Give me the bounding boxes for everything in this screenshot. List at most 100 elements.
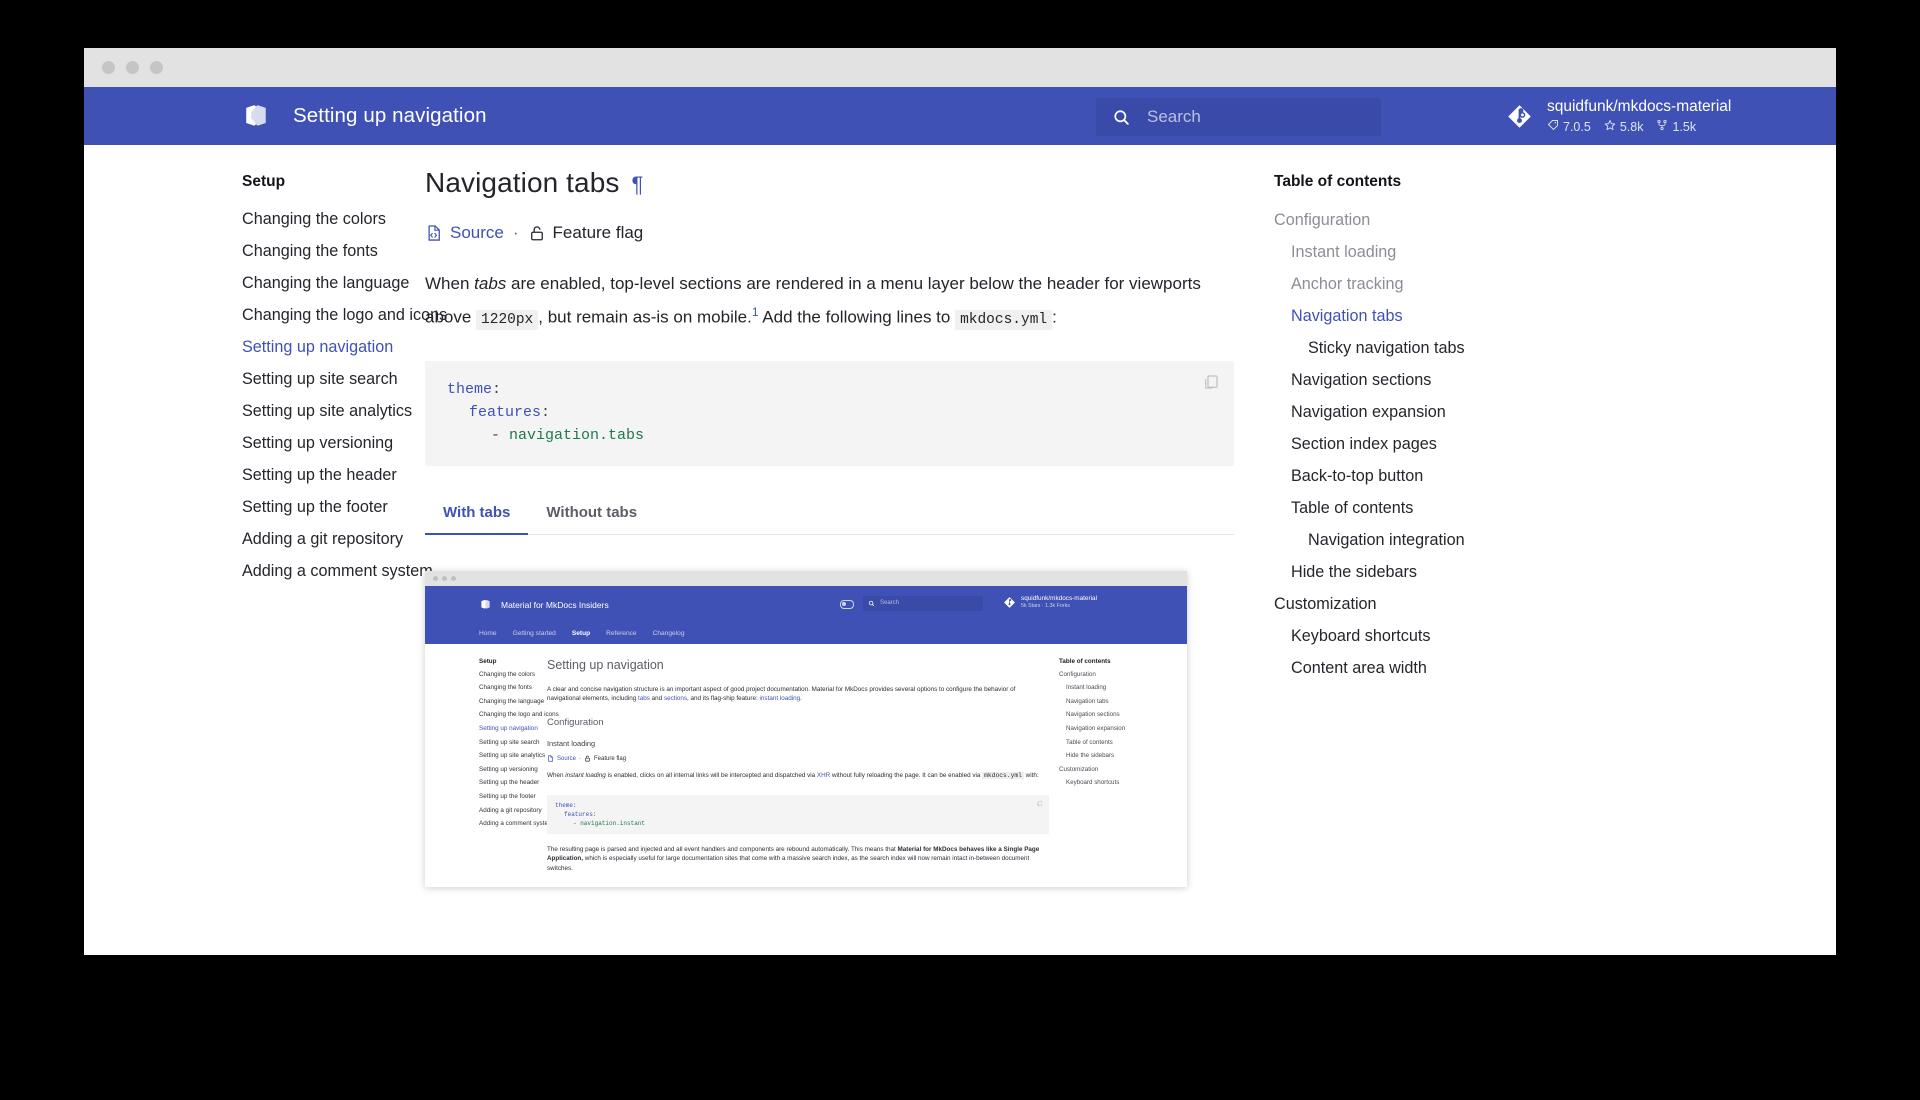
embedded-mkdocs-material-logo-icon <box>480 599 491 610</box>
sidebar-item-changing-the-fonts[interactable]: Changing the fonts <box>242 241 384 261</box>
toc-item-instant-loading[interactable]: Instant loading <box>1274 242 1594 262</box>
toc-item-navigation-expansion[interactable]: Navigation expansion <box>1274 402 1594 422</box>
sidebar-item-adding-a-git-repository[interactable]: Adding a git repository <box>242 529 403 549</box>
embedded-minimize-dot <box>442 575 447 581</box>
sidebar-item-setting-up-site-search[interactable]: Setting up site search <box>242 369 398 389</box>
toc-item-back-to-top-button[interactable]: Back-to-top button <box>1274 466 1594 486</box>
embedded-intro-3: , and its flag-ship feature: <box>687 695 760 703</box>
sidebar-item-setting-up-the-header[interactable]: Setting up the header <box>242 465 397 485</box>
sidebar-item-changing-the-colors[interactable]: Changing the colors <box>242 209 386 229</box>
embedded-toc-item: Navigation tabs <box>1066 697 1109 705</box>
embedded-toc-item: Table of contents <box>1066 738 1113 746</box>
embedded-sidebar-item: Adding a git repository <box>479 806 542 814</box>
site-header: Setting up navigation squidfunk/mkdocs-m… <box>84 87 1836 145</box>
toc-item-navigation-sections[interactable]: Navigation sections <box>1274 370 1594 390</box>
toc-item-keyboard-shortcuts[interactable]: Keyboard shortcuts <box>1274 626 1594 646</box>
window-close-dot[interactable] <box>102 61 115 74</box>
embedded-toc-item: Instant loading <box>1066 684 1107 692</box>
embedded-toc-item: Configuration <box>1059 670 1096 678</box>
toc-item-content-area-width[interactable]: Content area width <box>1274 658 1594 678</box>
sidebar-item-setting-up-navigation[interactable]: Setting up navigation <box>242 337 393 357</box>
embedded-repository-link: squidfunk/mkdocs-material 5k Stars · 1.3… <box>1003 595 1097 610</box>
embedded-sidebar-title: Setup <box>479 657 497 665</box>
tab-without-tabs[interactable]: Without tabs <box>528 494 655 534</box>
embedded-paragraph-2: When instant loading is enabled, clicks … <box>547 771 1049 780</box>
embedded-intro-2: and <box>649 695 664 703</box>
embedded-copy-icon <box>1036 800 1043 810</box>
repository-text: squidfunk/mkdocs-material 7.0.5 5.8k 1.5… <box>1547 98 1731 134</box>
tab-with-tabs[interactable]: With tabs <box>425 494 529 535</box>
repository-facts: 7.0.5 5.8k 1.5k <box>1547 119 1731 134</box>
feature-flag-label: Feature flag <box>552 223 644 242</box>
repository-link[interactable]: squidfunk/mkdocs-material 7.0.5 5.8k 1.5… <box>1504 98 1731 134</box>
embedded-sidebar-item: Setting up versioning <box>479 765 538 773</box>
toc-item-navigation-integration[interactable]: Navigation integration <box>1274 530 1594 550</box>
file-code-icon <box>425 224 443 242</box>
toc-item-hide-the-sidebars[interactable]: Hide the sidebars <box>1274 562 1594 582</box>
embedded-site-header: Material for MkDocs Insiders Search squi… <box>425 585 1187 624</box>
toc-item-sticky-navigation-tabs[interactable]: Sticky navigation tabs <box>1274 338 1594 358</box>
embedded-p2-3: without fully reloading the page. It can… <box>830 772 983 780</box>
search-input[interactable] <box>1145 106 1344 128</box>
embedded-titlebar <box>425 570 1187 586</box>
embedded-tab-reference: Reference <box>606 630 637 638</box>
embedded-toc-item: Navigation expansion <box>1066 725 1126 733</box>
sidebar-item-changing-the-language[interactable]: Changing the language <box>242 273 409 293</box>
toc-item-anchor-tracking[interactable]: Anchor tracking <box>1274 274 1594 294</box>
repo-version-label: 7.0.5 <box>1563 119 1591 134</box>
sidebar-item-setting-up-site-analytics[interactable]: Setting up site analytics <box>242 401 412 421</box>
sidebar-item-adding-a-comment-system[interactable]: Adding a comment system <box>242 561 433 581</box>
yaml-code-block: theme: features: - navigation.tabs <box>425 360 1234 466</box>
embedded-p2-em: instant loading <box>565 772 606 780</box>
embedded-sidebar-item: Changing the language <box>479 697 545 705</box>
embedded-heading-instant-loading: Instant loading <box>547 739 596 749</box>
footnote-reference[interactable]: 1 <box>752 305 759 319</box>
search-box[interactable] <box>1096 98 1381 136</box>
sidebar-item-setting-up-the-footer[interactable]: Setting up the footer <box>242 497 388 517</box>
star-icon <box>1604 119 1616 134</box>
embedded-code-line-3: - navigation.instant <box>573 819 646 827</box>
embedded-sidebar-item: Setting up the footer <box>479 793 536 800</box>
permalink-icon[interactable]: ¶ <box>632 174 644 196</box>
browser-window: Setting up navigation squidfunk/mkdocs-m… <box>84 48 1836 955</box>
toc-item-customization[interactable]: Customization <box>1274 594 1594 614</box>
embedded-repository-name: squidfunk/mkdocs-material <box>1021 594 1098 602</box>
embedded-feature-flag-label: Feature flag <box>594 755 627 762</box>
embedded-file-code-icon <box>547 755 554 763</box>
embedded-p2-2: is enabled, clicks on all internal links… <box>605 772 817 780</box>
sidebar-item-changing-the-logo-and-icons[interactable]: Changing the logo and icons <box>242 305 447 325</box>
yaml-key-theme: theme <box>447 380 493 398</box>
copy-icon[interactable] <box>1202 373 1220 399</box>
embedded-link-instant-loading: instant loading <box>759 695 801 703</box>
repo-stars-label: 5.8k <box>1619 119 1644 134</box>
content-meta-row: Source · Feature flag <box>425 223 1234 243</box>
embedded-p2-1: When <box>547 772 566 780</box>
embedded-sidebar: Setup Changing the colors Changing the f… <box>425 657 559 887</box>
embedded-sidebar-item-active: Setting up navigation <box>479 725 538 733</box>
embedded-source-link: Source <box>557 755 577 762</box>
window-minimize-dot[interactable] <box>126 61 139 74</box>
inline-code-mkdocs-yml: mkdocs.yml <box>955 309 1053 330</box>
embedded-repository-text: squidfunk/mkdocs-material 5k Stars · 1.3… <box>1021 595 1097 610</box>
mkdocs-material-logo-icon[interactable] <box>242 102 270 130</box>
toc-item-section-index-pages[interactable]: Section index pages <box>1274 434 1594 454</box>
source-link[interactable]: Source <box>450 223 504 243</box>
para-part4: Add the following lines to <box>758 307 956 327</box>
page-title: Navigation tabs ¶ <box>425 167 1234 199</box>
window-maximize-dot[interactable] <box>150 61 163 74</box>
sidebar-item-setting-up-versioning[interactable]: Setting up versioning <box>242 433 393 453</box>
embedded-tab-home: Home <box>479 630 497 638</box>
para-part5: : <box>1052 307 1057 327</box>
embedded-intro-paragraph: A clear and concise navigation structure… <box>547 685 1049 704</box>
embedded-sidebar-item: Changing the logo and icons <box>479 711 559 719</box>
window-titlebar <box>84 48 1836 87</box>
embedded-screenshot: Material for MkDocs Insiders Search squi… <box>425 570 1187 888</box>
embedded-tab-changelog: Changelog <box>652 630 685 638</box>
toc-item-configuration[interactable]: Configuration <box>1274 210 1594 230</box>
toc-item-navigation-tabs[interactable]: Navigation tabs <box>1274 306 1594 326</box>
embedded-search-box: Search <box>863 595 983 611</box>
toc-item-table-of-contents[interactable]: Table of contents <box>1274 498 1594 518</box>
sidebar-title: Setup <box>242 173 286 190</box>
para-part3: , but remain as-is on mobile. <box>538 307 752 327</box>
embedded-p3-2: which is especially useful for large doc… <box>547 855 1030 872</box>
